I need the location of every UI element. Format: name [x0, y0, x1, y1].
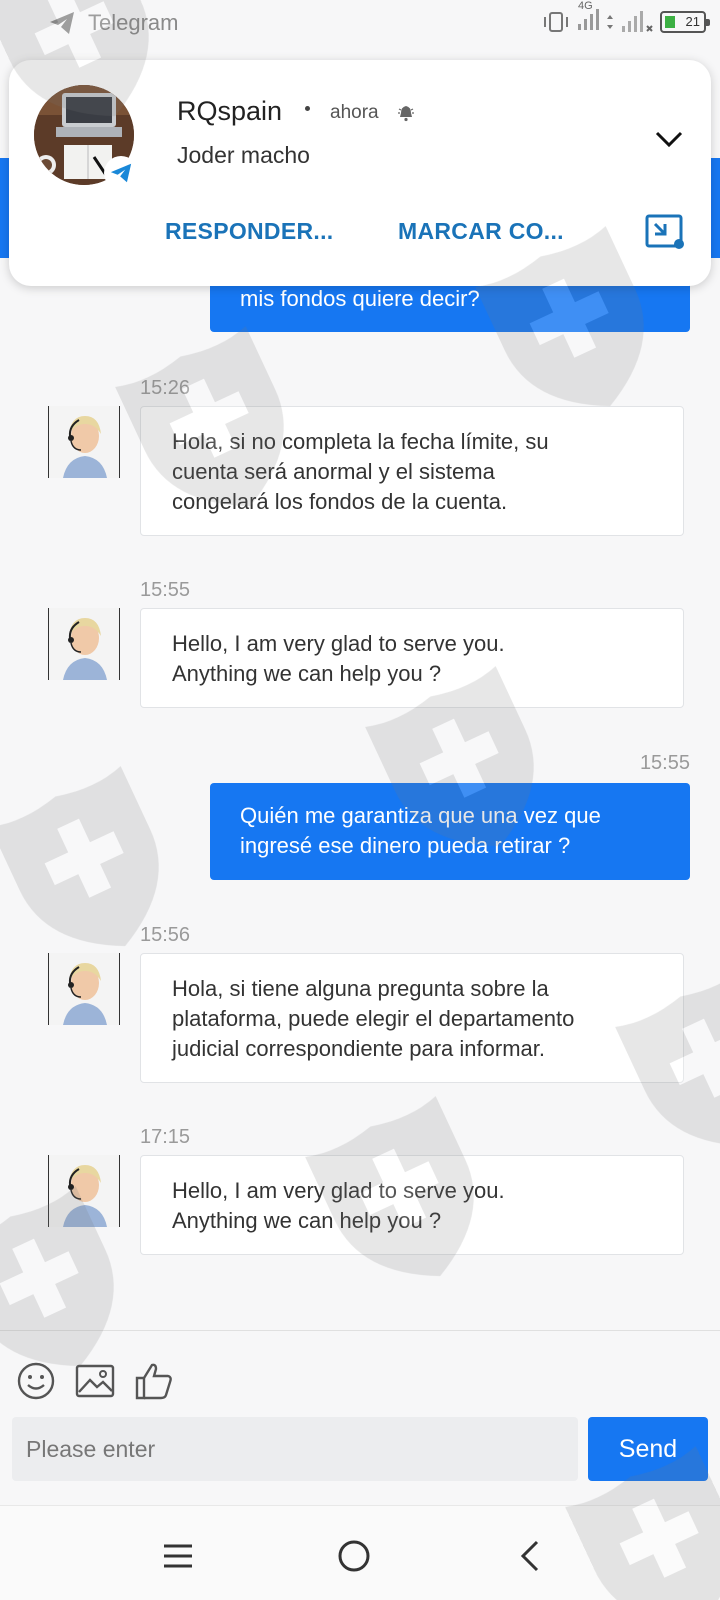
agent-photo — [49, 406, 119, 478]
agent-photo — [49, 1155, 119, 1227]
message-line: Hello, I am very glad to serve you. — [172, 631, 505, 656]
message-line: Quién me garantiza que una vez que — [240, 803, 601, 828]
message-line: plataforma, puede elegir el departamento — [172, 1006, 575, 1031]
message-text: mis fondos quiere decir? — [240, 286, 480, 311]
composer: Send — [0, 1330, 720, 1504]
picture-in-picture-icon[interactable] — [645, 214, 687, 250]
signal-2-icon — [622, 10, 653, 32]
message-line: ingresé ese dinero pueda retirar ? — [240, 833, 571, 858]
message-line: Anything we can help you ? — [172, 1208, 442, 1233]
emoji-icon[interactable] — [16, 1361, 56, 1401]
image-icon[interactable] — [75, 1361, 115, 1401]
telegram-badge-icon — [106, 158, 136, 188]
back-icon[interactable] — [510, 1536, 550, 1576]
message-time: 15:56 — [140, 924, 191, 946]
message-incoming: Hola, si no completa la fecha límite, su… — [140, 406, 684, 536]
message-line: Hello, I am very glad to serve you. — [172, 1178, 505, 1203]
status-app-indicator: Telegram — [48, 10, 178, 36]
message-incoming: Hola, si tiene alguna pregunta sobre la … — [140, 953, 684, 1083]
message-line: Hola, si no completa la fecha límite, su — [172, 429, 549, 454]
reply-action[interactable]: RESPONDER... — [165, 218, 333, 245]
network-type: 4G — [578, 0, 593, 12]
status-app-name: Telegram — [88, 10, 179, 35]
message-line: Hola, si tiene alguna pregunta sobre la — [172, 976, 549, 1001]
message-time: 15:55 — [639, 752, 690, 774]
telegram-icon — [50, 12, 74, 34]
message-input[interactable] — [12, 1417, 578, 1481]
separator-dot — [305, 106, 310, 111]
menu-icon[interactable] — [158, 1536, 198, 1576]
signal-4g: 4G — [576, 0, 600, 35]
agent-avatar — [48, 1155, 120, 1227]
notification-message: Joder macho — [177, 142, 310, 168]
message-outgoing: Quién me garantiza que una vez que ingre… — [210, 783, 690, 880]
status-icons: 4G 21 — [542, 0, 710, 35]
message-incoming: Hello, I am very glad to serve you. Anyt… — [140, 608, 684, 708]
data-arrows-icon — [607, 14, 613, 29]
agent-avatar — [48, 406, 120, 478]
message-line: congelará los fondos de la cuenta. — [172, 489, 508, 514]
mark-read-action[interactable]: MARCAR CO... — [398, 218, 564, 245]
message-time: 17:15 — [140, 1126, 191, 1148]
chevron-down-icon[interactable] — [649, 124, 689, 154]
send-button[interactable]: Send — [588, 1417, 708, 1481]
battery-level: 21 — [685, 14, 700, 29]
message-incoming: Hello, I am very glad to serve you. Anyt… — [140, 1155, 684, 1255]
status-bar: Telegram 4G 21 — [0, 0, 720, 48]
message-line: judicial correspondiente para informar. — [172, 1036, 545, 1061]
agent-avatar — [48, 953, 120, 1025]
agent-photo — [49, 608, 119, 680]
notification-sender: RQspain — [177, 96, 283, 126]
battery-icon: 21 — [660, 10, 710, 33]
notification-time: ahora — [330, 102, 379, 123]
vibrate-icon — [544, 11, 568, 32]
message-time: 15:55 — [140, 579, 191, 601]
message-line: Anything we can help you ? — [172, 661, 442, 686]
thumbs-up-icon[interactable] — [134, 1361, 174, 1401]
bell-icon — [398, 106, 414, 122]
message-time: 15:26 — [140, 377, 191, 399]
agent-photo — [49, 953, 119, 1025]
message-line: cuenta será anormal y el sistema — [172, 459, 495, 484]
agent-avatar — [48, 608, 120, 680]
home-icon[interactable] — [334, 1536, 374, 1576]
system-nav-bar — [0, 1505, 720, 1600]
